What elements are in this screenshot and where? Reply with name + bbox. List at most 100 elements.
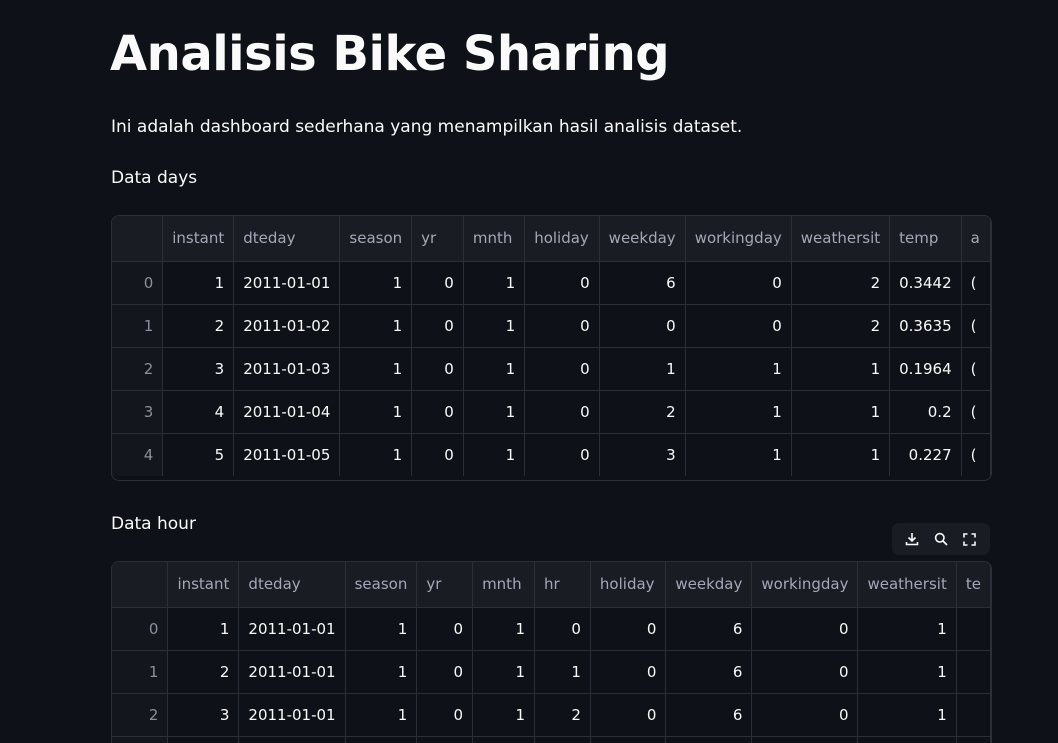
days-column-header[interactable] <box>112 216 164 262</box>
hour-cell[interactable]: 2 <box>534 693 591 737</box>
hour-cell[interactable]: 1 <box>345 650 418 694</box>
days-cell[interactable]: ( <box>961 390 991 434</box>
hour-cell[interactable]: 1 <box>472 693 536 737</box>
hour-cell[interactable]: 1 <box>345 693 418 737</box>
days-cell[interactable]: 1 <box>685 390 792 434</box>
days-column-header[interactable]: a <box>961 216 991 262</box>
hour-cell[interactable]: 1 <box>857 607 957 651</box>
hour-cell[interactable]: 0 <box>416 607 474 651</box>
hour-cell[interactable]: 0 <box>416 736 474 743</box>
days-column-header[interactable]: workingday <box>685 216 792 262</box>
days-cell[interactable]: 0 <box>524 261 600 305</box>
days-cell[interactable]: 1 <box>463 261 526 305</box>
days-cell[interactable]: 0 <box>599 304 686 348</box>
days-cell[interactable]: 4 <box>162 390 235 434</box>
hour-cell[interactable]: 0 <box>590 607 667 651</box>
hour-cell[interactable]: 1 <box>472 650 536 694</box>
hour-cell[interactable]: 3 <box>534 736 591 743</box>
days-column-header[interactable]: yr <box>411 216 464 262</box>
days-cell[interactable]: 2011-01-05 <box>233 433 341 476</box>
days-cell[interactable]: 1 <box>339 304 413 348</box>
days-cell[interactable]: 0 <box>524 347 600 391</box>
hour-cell[interactable]: 0 <box>416 650 474 694</box>
hour-cell[interactable]: 6 <box>665 693 753 737</box>
hour-column-header[interactable]: te <box>956 562 991 608</box>
days-cell[interactable]: 1 <box>339 433 413 476</box>
hour-cell[interactable]: 2011-01-01 <box>238 693 346 737</box>
hour-cell[interactable]: 6 <box>665 650 753 694</box>
days-table-frame[interactable]: instant dteday season yr mnth holiday weekday w… <box>111 215 992 481</box>
hour-column-header[interactable]: dteday <box>238 562 346 608</box>
hour-cell[interactable]: 2011-01-01 <box>238 736 346 743</box>
days-column-header[interactable]: season <box>339 216 413 262</box>
days-column-header[interactable]: dteday <box>233 216 341 262</box>
days-cell[interactable]: ( <box>961 347 991 391</box>
days-cell[interactable]: 2 <box>791 304 891 348</box>
days-column-header[interactable]: weekday <box>599 216 686 262</box>
days-cell[interactable]: 2011-01-01 <box>233 261 341 305</box>
hour-cell[interactable]: 0 <box>534 607 591 651</box>
days-cell[interactable]: ( <box>961 261 991 305</box>
days-cell[interactable]: 0 <box>685 304 792 348</box>
hour-column-header[interactable]: yr <box>416 562 474 608</box>
hour-column-header[interactable]: holiday <box>590 562 667 608</box>
days-cell[interactable]: 0 <box>411 261 464 305</box>
days-cell[interactable]: 1 <box>339 261 413 305</box>
days-cell[interactable]: 0 <box>524 433 600 476</box>
days-cell[interactable]: 5 <box>162 433 235 476</box>
hour-cell[interactable]: 0 <box>590 693 667 737</box>
hour-cell[interactable] <box>956 607 991 651</box>
hour-cell[interactable]: 2 <box>167 650 240 694</box>
hour-cell[interactable]: 4 <box>167 736 240 743</box>
days-cell[interactable]: 1 <box>162 261 235 305</box>
days-cell[interactable]: 2 <box>162 304 235 348</box>
days-cell[interactable]: 1 <box>791 390 891 434</box>
days-cell[interactable]: 1 <box>463 433 526 476</box>
days-cell[interactable]: 3 <box>162 347 235 391</box>
days-cell[interactable]: 2011-01-02 <box>233 304 341 348</box>
days-cell[interactable]: 2 <box>599 390 686 434</box>
search-button[interactable] <box>929 527 953 551</box>
hour-column-header[interactable]: workingday <box>751 562 859 608</box>
hour-column-header[interactable]: instant <box>167 562 240 608</box>
days-cell[interactable]: 3 <box>599 433 686 476</box>
days-cell[interactable]: 2 <box>791 261 891 305</box>
days-column-header[interactable]: weathersit <box>791 216 891 262</box>
hour-cell[interactable]: 0 <box>751 693 859 737</box>
hour-cell[interactable]: 0 <box>416 693 474 737</box>
hour-cell[interactable]: 1 <box>857 693 957 737</box>
days-column-header[interactable]: temp <box>889 216 962 262</box>
hour-cell[interactable]: 1 <box>345 736 418 743</box>
hour-cell[interactable]: 3 <box>167 693 240 737</box>
days-cell[interactable]: ( <box>961 304 991 348</box>
hour-column-header[interactable]: weekday <box>665 562 753 608</box>
hour-cell[interactable]: 2011-01-01 <box>238 650 346 694</box>
hour-cell[interactable]: 1 <box>472 736 536 743</box>
hour-cell[interactable]: 6 <box>665 607 753 651</box>
hour-cell[interactable]: 6 <box>665 736 753 743</box>
hour-column-header[interactable] <box>112 562 169 608</box>
days-cell[interactable]: 0.3442 <box>889 261 962 305</box>
days-cell[interactable]: 0 <box>524 390 600 434</box>
hour-column-header[interactable]: weathersit <box>857 562 957 608</box>
days-cell[interactable]: 1 <box>685 347 792 391</box>
download-button[interactable] <box>900 527 924 551</box>
hour-cell[interactable]: 0 <box>751 736 859 743</box>
days-cell[interactable]: 0 <box>411 347 464 391</box>
days-cell[interactable]: 0.3635 <box>889 304 962 348</box>
days-cell[interactable]: 1 <box>339 347 413 391</box>
fullscreen-button[interactable] <box>958 527 982 551</box>
days-cell[interactable]: 0.227 <box>889 433 962 476</box>
days-cell[interactable]: 0.1964 <box>889 347 962 391</box>
days-cell[interactable]: 1 <box>339 390 413 434</box>
hour-cell[interactable]: 2011-01-01 <box>238 607 346 651</box>
hour-cell[interactable]: 1 <box>534 650 591 694</box>
hour-table-frame[interactable]: instant dteday season yr mnth hr holiday weekda… <box>111 561 992 743</box>
hour-cell[interactable]: 1 <box>345 607 418 651</box>
hour-cell[interactable] <box>956 693 991 737</box>
days-cell[interactable]: 1 <box>463 347 526 391</box>
hour-column-header[interactable]: hr <box>534 562 591 608</box>
hour-cell[interactable]: 0 <box>751 607 859 651</box>
hour-cell[interactable] <box>956 736 991 743</box>
days-cell[interactable]: 1 <box>791 347 891 391</box>
